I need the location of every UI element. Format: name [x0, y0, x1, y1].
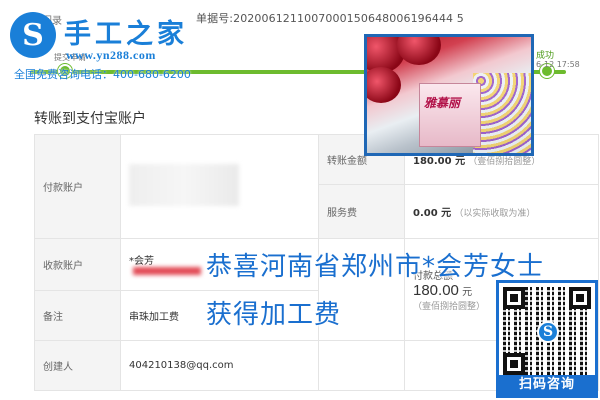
empty-cell	[318, 340, 405, 391]
qr-center-logo: S	[537, 321, 559, 343]
remark-label: 备注	[34, 290, 121, 341]
brand-name: 手工之家	[64, 19, 188, 50]
service-fee-value: 0.00 元	[413, 208, 452, 219]
announcement-line-1: 恭喜河南省郑州市*会芳女士	[206, 252, 545, 282]
qr-code-badge[interactable]: S 扫码咨询	[496, 280, 598, 398]
redacted-payee-account	[133, 266, 201, 275]
qr-finder	[503, 353, 525, 375]
product-box: 雅慕丽	[419, 83, 481, 147]
creator-value: 404210138@qq.com	[120, 340, 319, 391]
announcement-line-2: 获得加工费	[206, 300, 342, 330]
transfer-amount-note: （壹佰捌拾圆整）	[468, 157, 541, 167]
progress-success-time: 6-12 17:58	[536, 60, 580, 69]
qr-label: 扫码咨询	[499, 375, 595, 395]
payer-account-value	[120, 134, 319, 239]
brand-mark-icon: S	[10, 12, 56, 58]
qr-code-icon: S	[503, 287, 591, 375]
redacted-account	[129, 164, 239, 206]
receipt-number: 单据号:2020061211007000150648006196444 5	[196, 12, 464, 25]
qr-finder	[503, 287, 525, 309]
page-title: 转账到支付宝账户	[34, 111, 146, 127]
rose-image	[367, 67, 401, 103]
brand-url: www.yn288.com	[66, 48, 156, 62]
brand-logo: S 手工之家 www.yn288.com 全国免费咨询电话：400-680-62…	[8, 8, 218, 82]
service-fee-cell: 0.00 元 （以实际收取为准）	[404, 184, 599, 239]
creator-label: 创建人	[34, 340, 121, 391]
total-value: 180.00	[413, 282, 459, 299]
payer-label: 付款账户	[34, 134, 121, 239]
service-fee-label: 服务费	[318, 184, 405, 239]
qr-finder	[569, 287, 591, 309]
bead-tray-image	[473, 73, 531, 153]
rose-image	[397, 37, 441, 65]
total-unit: 元	[462, 287, 473, 298]
service-fee-note: （以实际收取为准）	[454, 209, 536, 219]
transfer-amount-value: 180.00 元	[413, 156, 466, 167]
product-photo: 雅慕丽	[364, 34, 534, 156]
payee-label: 收款账户	[34, 238, 121, 291]
brand-hotline: 全国免费咨询电话：400-680-6200	[14, 68, 191, 81]
product-logo: 雅慕丽	[424, 96, 461, 110]
